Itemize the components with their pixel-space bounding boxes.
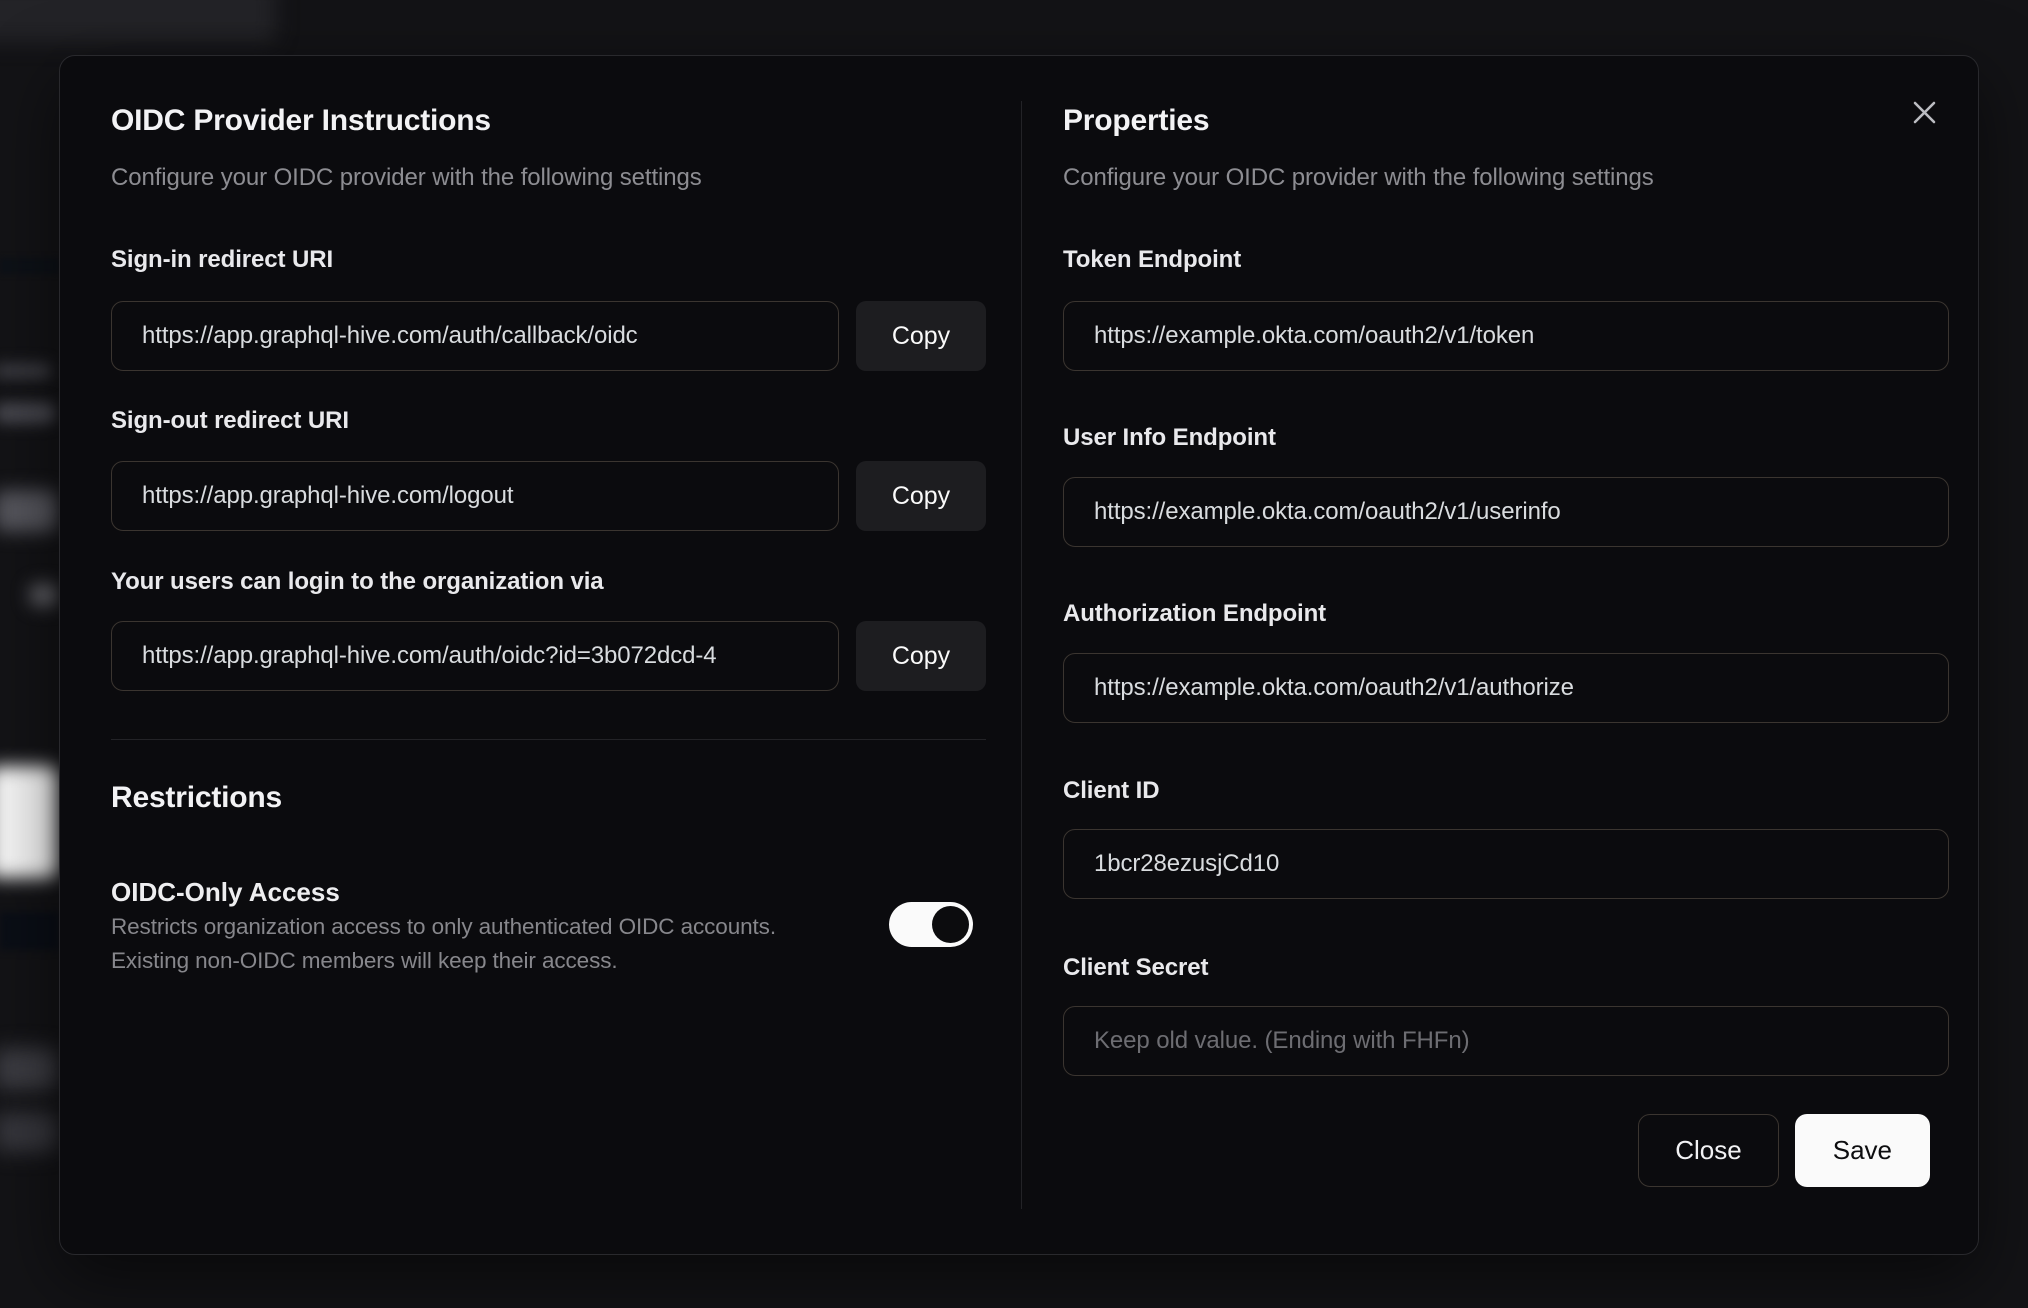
sign-in-redirect-uri-input[interactable] [111, 301, 839, 371]
oidc-only-access-label: OIDC-Only Access [111, 877, 340, 907]
toggle-knob [932, 906, 969, 943]
column-divider [1021, 101, 1022, 1209]
background-blur-element [0, 1112, 58, 1152]
oidc-settings-dialog: OIDC Provider Instructions Configure you… [59, 55, 1979, 1255]
x-icon [1913, 101, 1935, 123]
close-button[interactable]: Close [1638, 1114, 1779, 1187]
field-label-login-url: Your users can login to the organization… [111, 568, 604, 595]
client-secret-input[interactable] [1063, 1006, 1949, 1076]
background-blur-element [0, 0, 276, 42]
authorization-endpoint-input[interactable] [1063, 653, 1949, 723]
sign-out-redirect-uri-input[interactable] [111, 461, 839, 531]
copy-button[interactable]: Copy [856, 301, 986, 371]
field-label-token-endpoint: Token Endpoint [1063, 246, 1242, 273]
field-label-client-id: Client ID [1063, 777, 1160, 804]
instructions-subtitle: Configure your OIDC provider with the fo… [111, 164, 702, 191]
section-divider [111, 739, 986, 740]
save-button[interactable]: Save [1794, 1114, 1930, 1187]
sign-out-redirect-uri-row: Copy [111, 461, 986, 531]
user-info-endpoint-input[interactable] [1063, 477, 1949, 547]
oidc-only-access-toggle[interactable] [889, 902, 973, 947]
background-blur-element [0, 1048, 58, 1090]
copy-button[interactable]: Copy [856, 461, 986, 531]
background-blur-element [0, 490, 58, 532]
properties-title: Properties [1063, 104, 1210, 137]
oidc-only-access-description: Existing non-OIDC members will keep thei… [111, 948, 618, 973]
close-icon[interactable] [1906, 94, 1942, 130]
dialog-footer-buttons: Close Save [1638, 1114, 1930, 1187]
background-blur-element [0, 402, 56, 424]
token-endpoint-input[interactable] [1063, 301, 1949, 371]
organization-login-url-input[interactable] [111, 621, 839, 691]
background-blur-element [0, 766, 58, 878]
client-id-input[interactable] [1063, 829, 1949, 899]
properties-subtitle: Configure your OIDC provider with the fo… [1063, 164, 1654, 191]
field-label-sign-in-redirect-uri: Sign-in redirect URI [111, 246, 334, 273]
field-label-sign-out-redirect-uri: Sign-out redirect URI [111, 407, 349, 434]
field-label-authorization-endpoint: Authorization Endpoint [1063, 600, 1327, 627]
background-blur-element [0, 258, 59, 274]
instructions-title: OIDC Provider Instructions [111, 104, 491, 137]
oidc-only-access-description: Restricts organization access to only au… [111, 914, 776, 939]
field-label-client-secret: Client Secret [1063, 954, 1209, 981]
copy-button[interactable]: Copy [856, 621, 986, 691]
sign-in-redirect-uri-row: Copy [111, 301, 986, 371]
background-blur-element [0, 363, 52, 379]
background-blur-element [0, 912, 59, 950]
field-label-user-info-endpoint: User Info Endpoint [1063, 424, 1276, 451]
restrictions-title: Restrictions [111, 781, 282, 814]
background-blur-element [30, 584, 58, 606]
organization-login-url-row: Copy [111, 621, 986, 691]
